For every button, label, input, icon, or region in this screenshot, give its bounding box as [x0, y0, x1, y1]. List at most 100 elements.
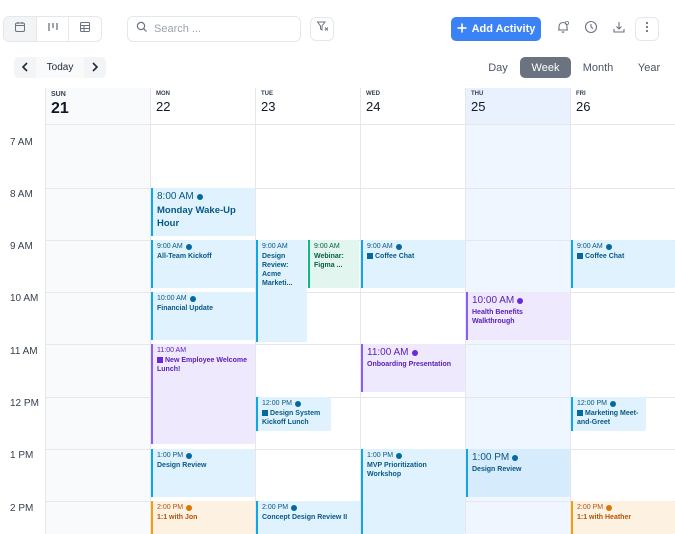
event-design-system-kickoff-lunch[interactable]: 12:00 PM Design System Kickoff Lunch: [256, 397, 331, 431]
event-monday-wake-up-hour[interactable]: 8:00 AM Monday Wake-Up Hour: [151, 188, 255, 236]
download-button[interactable]: [607, 17, 631, 41]
time-label: 1 PM: [10, 450, 34, 461]
event-time: 1:00 PM: [157, 452, 184, 459]
event-financial-update[interactable]: 10:00 AM Financial Update: [151, 292, 255, 340]
previous-week-button[interactable]: [14, 57, 36, 78]
calendar-app: Add Activity Today: [0, 0, 675, 534]
calendar-square-icon: [367, 253, 373, 259]
event-webinar-figma[interactable]: 9:00 AM Webinar: Figma ...: [308, 240, 359, 288]
more-options-button[interactable]: [635, 17, 659, 41]
video-icon: [411, 349, 418, 356]
event-title: New Employee Welcome Lunch!: [157, 357, 247, 374]
tab-day[interactable]: Day: [482, 57, 514, 78]
video-icon: [396, 452, 403, 459]
calendar-square-icon: [577, 410, 583, 416]
day-name: MON: [156, 91, 170, 97]
day-date: 23: [261, 99, 276, 114]
day-name: TUE: [261, 91, 273, 97]
notifications-button[interactable]: [551, 17, 575, 41]
event-design-review[interactable]: 1:00 PM Design Review: [151, 449, 255, 497]
event-title: 1:1 with Jon: [157, 514, 198, 521]
event-health-benefits-walkthrough[interactable]: 10:00 AM Health Benefits Walkthrough: [466, 292, 570, 340]
add-activity-button[interactable]: Add Activity: [451, 17, 541, 41]
search-icon: [136, 20, 148, 38]
week-grid: SUN 21 MON 22 TUE 23 WED 24 THU 25 FRI 2…: [0, 88, 675, 534]
event-time: 2:00 PM: [577, 504, 604, 511]
event-time: 9:00 AM: [577, 243, 603, 250]
tab-month[interactable]: Month: [578, 57, 618, 78]
event-time: 2:00 PM: [262, 504, 289, 511]
add-activity-label: Add Activity: [471, 23, 536, 35]
event-time: 10:00 AM: [157, 295, 187, 302]
event-time: 9:00 AM: [367, 243, 393, 250]
event-title: Health Benefits Walkthrough: [472, 309, 523, 326]
event-title: Monday Wake-Up Hour: [157, 205, 236, 229]
event-title: Design Review: Acme Marketi...: [262, 253, 293, 288]
board-view-button[interactable]: [37, 17, 70, 41]
event-time: 11:00 AM: [367, 347, 409, 358]
next-week-button[interactable]: [84, 57, 106, 78]
download-icon: [612, 20, 626, 39]
day-date: 24: [366, 99, 381, 114]
day-header-thu: THU 25: [465, 88, 570, 124]
time-label: 10 AM: [10, 293, 39, 304]
time-label: 8 AM: [10, 189, 33, 200]
date-navigation: Today: [14, 57, 106, 78]
calendar-icon: [14, 20, 26, 38]
tab-week[interactable]: Week: [520, 57, 571, 78]
tab-year[interactable]: Year: [632, 57, 666, 78]
day-name: FRI: [576, 91, 586, 97]
day-date: 26: [576, 99, 591, 114]
video-icon: [395, 243, 402, 250]
event-1-1-with-heather[interactable]: 2:00 PM 1:1 with Heather: [571, 501, 675, 534]
day-header-tue: TUE 23: [255, 88, 360, 124]
event-onboarding-presentation[interactable]: 11:00 AM Onboarding Presentation: [361, 344, 465, 392]
event-design-review-acme[interactable]: 9:00 AM Design Review: Acme Marketi...: [256, 240, 307, 342]
calendar-view-button[interactable]: [4, 17, 37, 41]
video-icon: [189, 295, 196, 302]
day-column-sun[interactable]: [45, 88, 150, 534]
hour-line: [45, 124, 675, 125]
event-title: Onboarding Presentation: [367, 361, 452, 368]
search-input[interactable]: [154, 23, 294, 35]
event-coffee-chat-fri[interactable]: 9:00 AM Coffee Chat: [571, 240, 675, 288]
event-concept-design-review-ii[interactable]: 2:00 PM Concept Design Review II: [256, 501, 360, 534]
video-icon: [606, 504, 613, 511]
day-header-fri: FRI 26: [570, 88, 675, 124]
event-time: 1:00 PM: [367, 452, 394, 459]
day-date: 25: [471, 99, 486, 114]
clear-filter-button[interactable]: [310, 17, 334, 41]
table-view-button[interactable]: [69, 17, 101, 41]
event-all-team-kickoff[interactable]: 9:00 AM All-Team Kickoff: [151, 240, 255, 288]
hour-line: [45, 344, 675, 345]
video-icon: [512, 454, 519, 461]
event-title: Coffee Chat: [375, 253, 415, 260]
event-1-1-with-jon[interactable]: 2:00 PM 1:1 with Jon: [151, 501, 255, 534]
chevron-right-icon: [91, 59, 99, 77]
event-time: 2:00 PM: [157, 504, 184, 511]
event-design-review-thu[interactable]: 1:00 PM Design Review: [466, 449, 570, 497]
event-time: 8:00 AM: [157, 191, 194, 202]
event-title: MVP Prioritization Workshop: [367, 462, 427, 479]
event-title: Coffee Chat: [585, 253, 625, 260]
event-title: Marketing Meet-and-Greet: [577, 410, 639, 427]
video-icon: [185, 243, 192, 250]
today-button[interactable]: Today: [36, 57, 84, 78]
hour-line: [45, 292, 675, 293]
day-column-fri[interactable]: [570, 88, 675, 534]
event-new-employee-welcome-lunch[interactable]: 11:00 AM New Employee Welcome Lunch!: [151, 344, 255, 444]
video-icon: [186, 504, 193, 511]
day-name: SUN: [51, 91, 66, 98]
event-title: Financial Update: [157, 305, 214, 312]
history-button[interactable]: [579, 17, 603, 41]
time-label: 11 AM: [10, 346, 38, 357]
day-date: 22: [156, 99, 171, 114]
search-box[interactable]: [127, 16, 301, 42]
event-mvp-prioritization-workshop[interactable]: 1:00 PM MVP Prioritization Workshop: [361, 449, 465, 534]
calendar-square-icon: [157, 357, 163, 363]
event-coffee-chat-wed[interactable]: 9:00 AM Coffee Chat: [361, 240, 465, 288]
event-time: 12:00 PM: [262, 400, 292, 407]
event-title: Concept Design Review II: [262, 514, 348, 521]
event-marketing-meet-and-greet[interactable]: 12:00 PM Marketing Meet-and-Greet: [571, 397, 646, 431]
calendar-square-icon: [577, 253, 583, 259]
